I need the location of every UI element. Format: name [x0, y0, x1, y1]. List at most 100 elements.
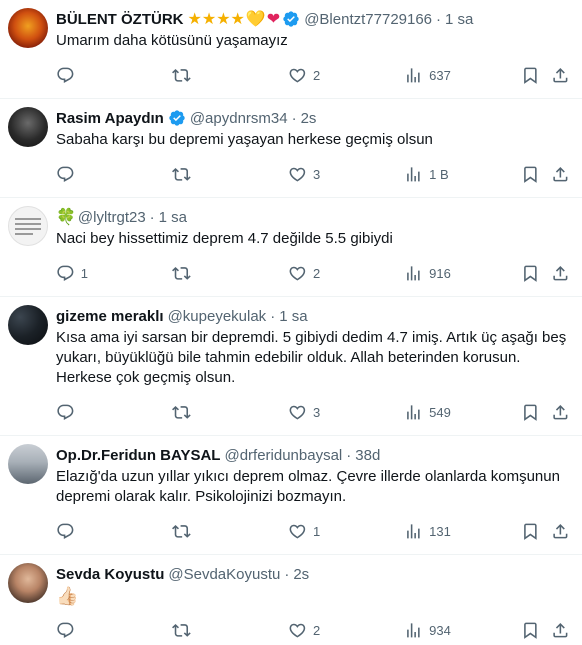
- tweet-actions: 3 549: [56, 392, 570, 432]
- avatar[interactable]: [8, 563, 48, 603]
- avatar[interactable]: [8, 8, 48, 48]
- bookmark-icon: [523, 166, 537, 183]
- bookmark-icon: [523, 523, 537, 540]
- bookmark-icon: [523, 265, 537, 282]
- tweet-time[interactable]: 1 sa: [279, 308, 307, 325]
- reply-button[interactable]: [56, 522, 172, 541]
- tweet-text: Kısa ama iyi sarsan bir depremdi. 5 gibi…: [56, 329, 567, 386]
- tweet[interactable]: gizeme meraklı @kupeyekulak · 1 sa Kısa …: [0, 297, 582, 436]
- share-icon: [553, 404, 568, 420]
- retweet-button[interactable]: [172, 522, 288, 541]
- share-icon: [553, 523, 568, 539]
- share-button[interactable]: [551, 165, 570, 184]
- share-button[interactable]: [551, 621, 570, 640]
- retweet-button[interactable]: [172, 165, 288, 184]
- author-handle[interactable]: @kupeyekulak: [168, 308, 267, 325]
- views-button[interactable]: 1 B: [404, 165, 520, 184]
- like-button[interactable]: 3: [288, 165, 404, 184]
- like-button[interactable]: 2: [288, 621, 404, 640]
- retweet-icon: [172, 623, 191, 637]
- bookmark-button[interactable]: [521, 165, 540, 184]
- views-button[interactable]: 934: [404, 621, 520, 640]
- views-button[interactable]: 916: [404, 264, 520, 283]
- author-name[interactable]: gizeme meraklı: [56, 308, 164, 325]
- bookmark-button[interactable]: [521, 264, 540, 283]
- tweet-text: Elazığ'da uzun yıllar yıkıcı deprem olma…: [56, 468, 560, 505]
- author-name[interactable]: Rasim Apaydın: [56, 110, 164, 127]
- like-button[interactable]: 2: [288, 264, 404, 283]
- verified-icon: [283, 11, 299, 27]
- reply-button[interactable]: [56, 66, 172, 85]
- tweet[interactable]: Rasim Apaydın @apydnrsm34 · 2s Sabaha ka…: [0, 99, 582, 198]
- reply-button[interactable]: [56, 403, 172, 422]
- author-handle[interactable]: @apydnrsm34: [190, 110, 288, 127]
- tweet-time[interactable]: 2s: [301, 110, 317, 127]
- reply-icon: [57, 67, 74, 83]
- tweet[interactable]: Sevda Koyustu @SevdaKoyustu · 2s 👍🏻 2 93…: [0, 555, 582, 645]
- tweet-text: 👍🏻: [56, 586, 79, 606]
- bookmark-icon: [523, 67, 537, 84]
- author-handle[interactable]: @SevdaKoyustu: [168, 566, 280, 583]
- tweet-actions: 1 131: [56, 511, 570, 551]
- views-button[interactable]: 637: [404, 66, 520, 85]
- reply-icon: [57, 622, 74, 638]
- author-handle[interactable]: @drferidunbaysal: [224, 447, 342, 464]
- like-button[interactable]: 2: [288, 66, 404, 85]
- tweet[interactable]: 🍀 @lyltrgt23 · 1 sa Naci bey hissettimiz…: [0, 198, 582, 297]
- tweet-actions: 2 637: [56, 55, 570, 95]
- tweet[interactable]: Op.Dr.Feridun BAYSAL @drferidunbaysal · …: [0, 436, 582, 555]
- tweet-text: Naci bey hissettimiz deprem 4.7 değilde …: [56, 230, 393, 247]
- tweet-actions: 1 2 916: [56, 253, 570, 293]
- retweet-icon: [172, 68, 191, 82]
- share-button[interactable]: [551, 66, 570, 85]
- tweet-time[interactable]: 38d: [355, 447, 380, 464]
- retweet-button[interactable]: [172, 66, 288, 85]
- reply-button[interactable]: [56, 165, 172, 184]
- clover-icon: 🍀: [56, 209, 76, 226]
- like-button[interactable]: 1: [288, 522, 404, 541]
- author-handle[interactable]: @Blentzt77729166: [304, 11, 432, 28]
- bookmark-button[interactable]: [521, 621, 540, 640]
- tweet-time[interactable]: 1 sa: [159, 209, 187, 226]
- author-name[interactable]: BÜLENT ÖZTÜRK: [56, 11, 184, 28]
- views-icon: [407, 67, 420, 83]
- tweet-time[interactable]: 2s: [293, 566, 309, 583]
- bookmark-button[interactable]: [521, 403, 540, 422]
- reply-icon: [57, 404, 74, 420]
- author-name[interactable]: Sevda Koyustu: [56, 566, 164, 583]
- share-button[interactable]: [551, 522, 570, 541]
- avatar[interactable]: [8, 107, 48, 147]
- views-icon: [407, 622, 420, 638]
- share-button[interactable]: [551, 264, 570, 283]
- like-icon: [289, 266, 306, 281]
- bookmark-button[interactable]: [521, 66, 540, 85]
- like-button[interactable]: 3: [288, 403, 404, 422]
- views-button[interactable]: 131: [404, 522, 520, 541]
- reply-button[interactable]: [56, 621, 172, 640]
- avatar[interactable]: [8, 206, 48, 246]
- tweet-actions: 2 934: [56, 610, 570, 645]
- tweet-text: Umarım daha kötüsünü yaşamayız: [56, 32, 288, 49]
- share-button[interactable]: [551, 403, 570, 422]
- name-emoji: ★★★★ 💛 ❤: [187, 11, 281, 28]
- like-icon: [289, 623, 306, 638]
- views-icon: [407, 523, 420, 539]
- avatar[interactable]: [8, 444, 48, 484]
- bookmark-button[interactable]: [521, 522, 540, 541]
- author-name[interactable]: Op.Dr.Feridun BAYSAL: [56, 447, 220, 464]
- reply-icon: [57, 166, 74, 182]
- avatar[interactable]: [8, 305, 48, 345]
- tweet[interactable]: BÜLENT ÖZTÜRK ★★★★ 💛 ❤ @Blentzt77729166 …: [0, 0, 582, 99]
- share-icon: [553, 166, 568, 182]
- like-icon: [289, 68, 306, 83]
- views-button[interactable]: 549: [404, 403, 520, 422]
- reply-button[interactable]: 1: [56, 264, 172, 283]
- like-icon: [289, 524, 306, 539]
- author-handle[interactable]: @lyltrgt23: [78, 209, 146, 226]
- retweet-button[interactable]: [172, 621, 288, 640]
- tweet-time[interactable]: 1 sa: [445, 11, 473, 28]
- views-icon: [407, 265, 420, 281]
- retweet-icon: [172, 405, 191, 419]
- retweet-button[interactable]: [172, 403, 288, 422]
- retweet-button[interactable]: [172, 264, 288, 283]
